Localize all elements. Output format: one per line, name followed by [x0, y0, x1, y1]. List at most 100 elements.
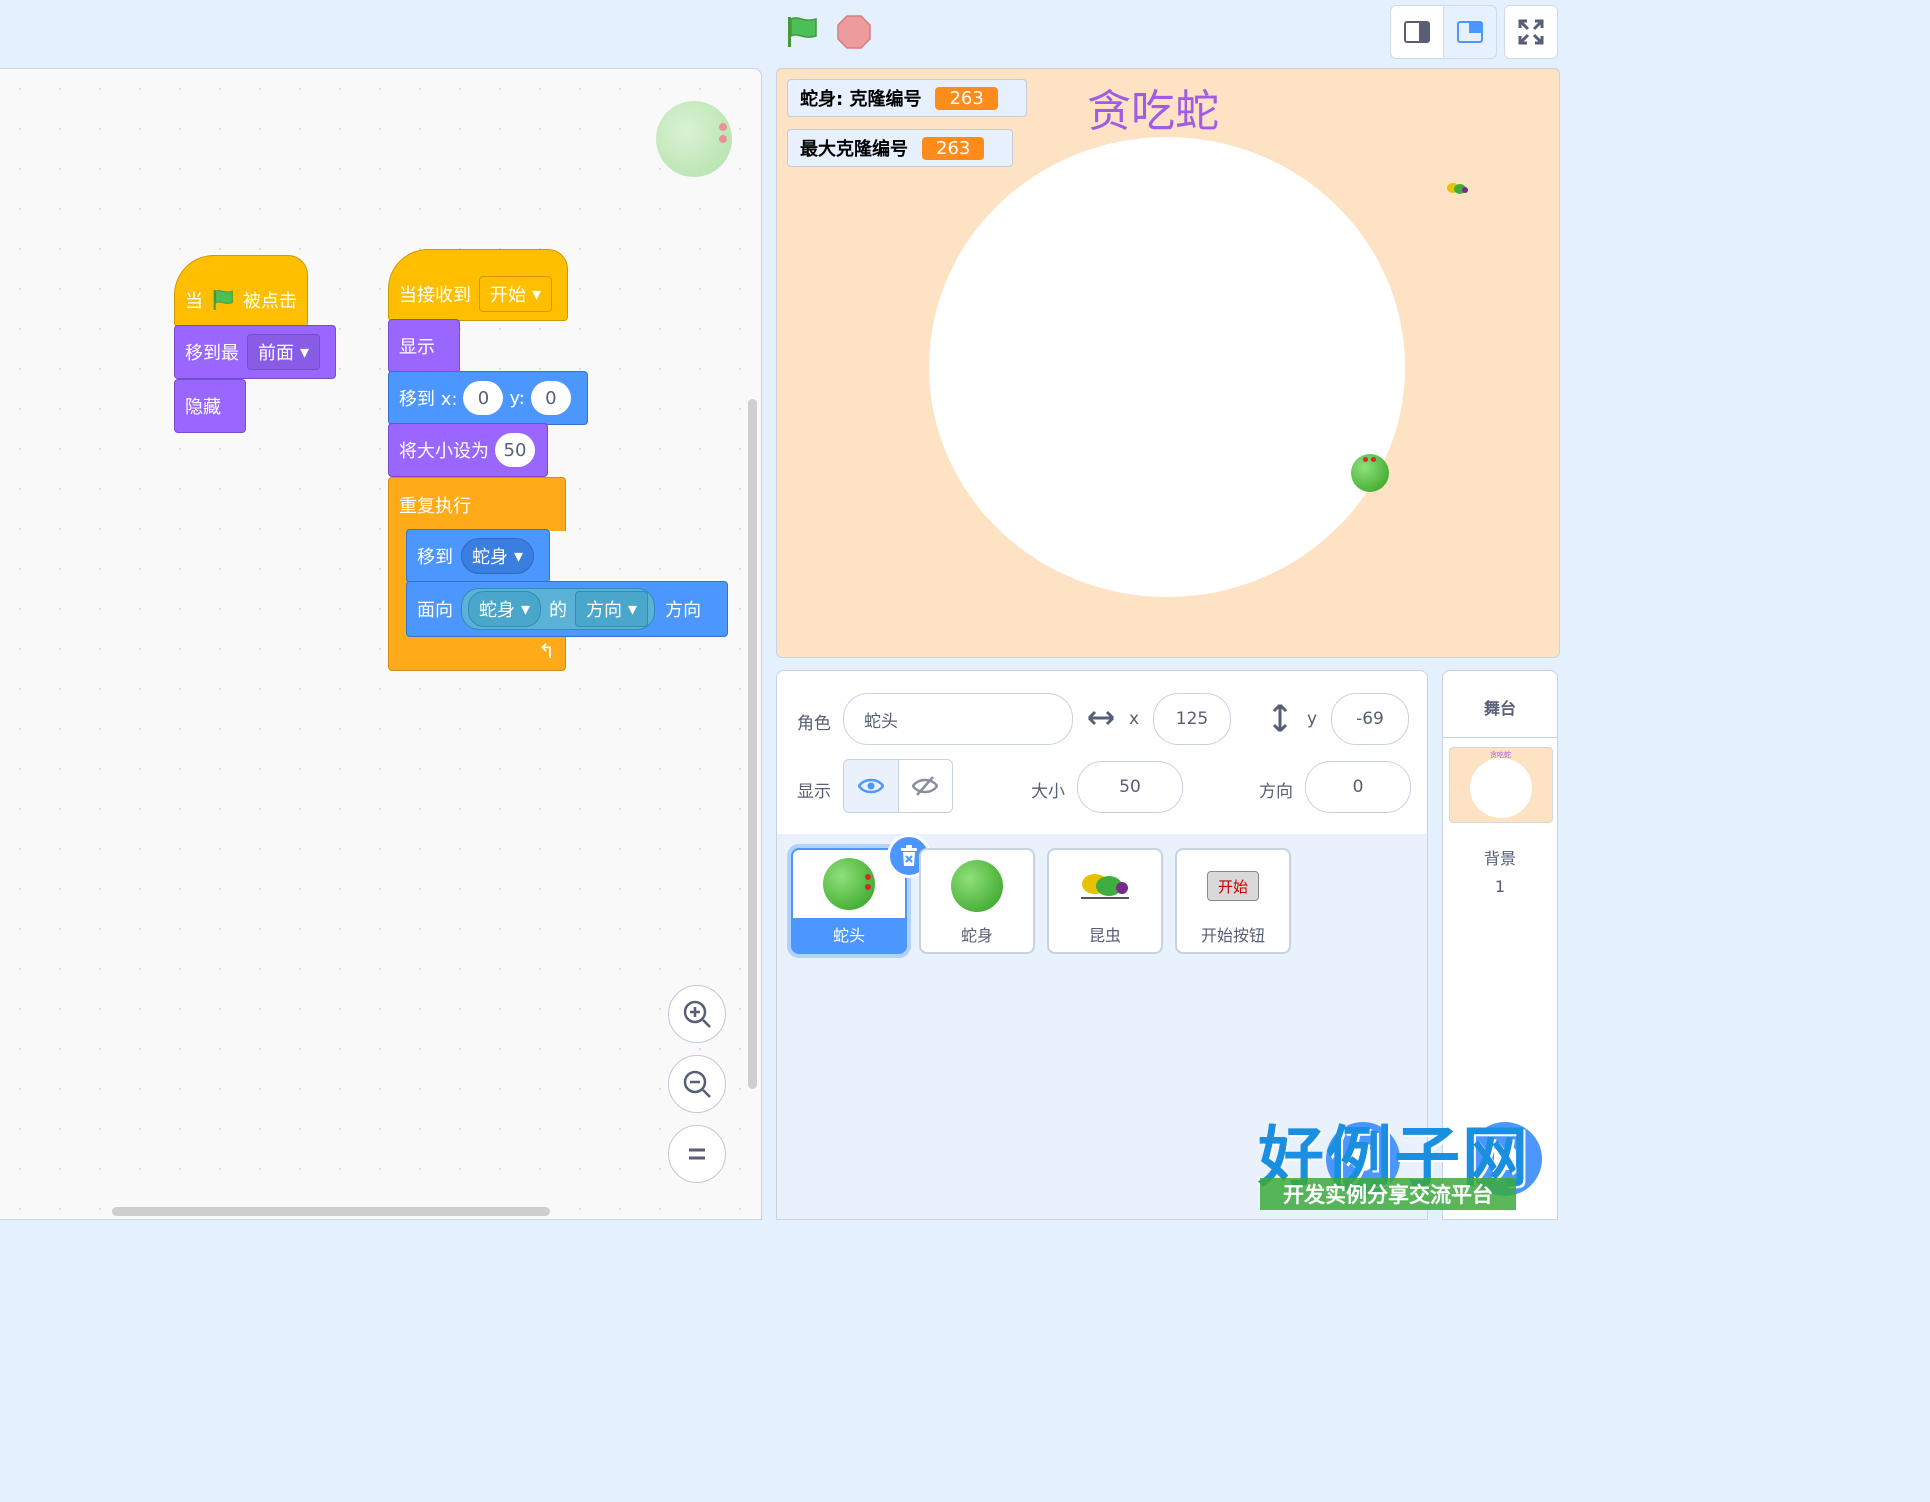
face-label: 面向	[417, 600, 453, 621]
dropdown-arrow-icon: ▾	[521, 598, 531, 620]
point-in-direction-block[interactable]: 面向 蛇身 ▾ 的 方向 ▾ 方向	[406, 581, 728, 637]
goto-x-label: 移到 x:	[399, 389, 458, 410]
vertical-scrollbar[interactable]	[748, 399, 757, 1089]
sprite-thumbnail	[921, 856, 1033, 916]
horizontal-scrollbar[interactable]	[112, 1207, 550, 1216]
backdrop-thumbnail[interactable]: 贪吃蛇	[1449, 747, 1553, 823]
face-suffix-label: 方向	[665, 600, 702, 621]
message-dropdown[interactable]: 开始 ▾	[479, 276, 553, 312]
sprite-tile-snake-head[interactable]: 蛇头	[791, 834, 931, 954]
y-label: y	[1307, 709, 1318, 729]
monitor-value: 263	[935, 86, 998, 110]
sprite-tile-name: 开始按钮	[1200, 926, 1265, 945]
hat-when-text: 当	[185, 291, 203, 312]
dropdown-arrow-icon: ▾	[514, 545, 524, 567]
stop-icon	[837, 15, 871, 49]
message-dropdown-value: 开始	[490, 285, 526, 306]
direction-input[interactable]: 0	[1305, 761, 1411, 813]
size-input[interactable]: 50	[1077, 761, 1183, 813]
set-size-block[interactable]: 将大小设为 50	[388, 423, 548, 477]
dropdown-arrow-icon: ▾	[532, 283, 542, 305]
forever-block[interactable]: 重复执行	[388, 477, 566, 531]
sprite-tile-name: 昆虫	[1088, 926, 1121, 945]
sprite-name-input[interactable]: 蛇头	[843, 693, 1073, 745]
stage-canvas[interactable]: 蛇身: 克隆编号 263 最大克隆编号 263 贪吃蛇	[776, 68, 1560, 658]
goto-target-value: 蛇身	[472, 547, 508, 568]
zoom-reset-button[interactable]	[668, 1125, 726, 1183]
backdrop-label: 背景	[1483, 849, 1516, 868]
of-sprite-dropdown[interactable]: 蛇身 ▾	[468, 591, 542, 627]
sprite-tile-name: 蛇头	[832, 926, 865, 945]
goto-target-dropdown[interactable]: 蛇身 ▾	[461, 538, 535, 574]
sensing-of-reporter[interactable]: 蛇身 ▾ 的 方向 ▾	[461, 588, 656, 630]
show-sprite-button[interactable]	[844, 760, 898, 812]
variable-monitor-max-clone[interactable]: 最大克隆编号 263	[787, 129, 1013, 167]
monitor-label: 最大克隆编号	[800, 139, 908, 160]
insect-sprite[interactable]	[1445, 181, 1469, 197]
normal-stage-button[interactable]	[1443, 5, 1497, 59]
stage-arena-circle	[929, 137, 1405, 597]
sprite-tile-name: 蛇身	[960, 926, 993, 945]
size-input[interactable]: 50	[495, 433, 535, 467]
fullscreen-button[interactable]	[1504, 5, 1558, 59]
monitor-value: 263	[922, 136, 985, 160]
snake-head-sprite[interactable]	[1351, 454, 1389, 492]
sprite-tile-snake-body[interactable]: 蛇身	[919, 848, 1035, 954]
of-attribute-value: 方向	[586, 600, 623, 621]
go-to-sprite-block[interactable]: 移到 蛇身 ▾	[406, 529, 550, 583]
sprite-tile-start-button[interactable]: 开始 开始按钮	[1175, 848, 1291, 954]
normal-stage-icon	[1457, 21, 1483, 43]
show-label: 显示	[797, 782, 831, 802]
go-to-layer-label: 移到最	[185, 343, 239, 364]
go-to-layer-block[interactable]: 移到最 前面 ▾	[174, 325, 336, 379]
visibility-toggle	[843, 759, 953, 813]
x-input[interactable]: 0	[463, 381, 504, 415]
watermark-logo-subtitle: 开发实例分享交流平台	[1260, 1178, 1516, 1210]
hide-block[interactable]: 隐藏	[174, 379, 246, 433]
direction-label: 方向	[1259, 782, 1293, 802]
x-arrows-icon	[1087, 710, 1115, 726]
variable-monitor-clone-id[interactable]: 蛇身: 克隆编号 263	[787, 79, 1027, 117]
forever-label: 重复执行	[399, 496, 471, 517]
eye-hidden-icon	[912, 776, 939, 796]
y-input[interactable]: 0	[530, 381, 571, 415]
sprite-name-label: 角色	[797, 714, 831, 734]
forever-block-foot: ↰	[388, 635, 566, 671]
when-flag-clicked-block[interactable]: 当 被点击	[174, 255, 308, 327]
zoom-out-button[interactable]	[668, 1055, 726, 1113]
x-label: x	[1129, 709, 1140, 729]
sprite-tile-insect[interactable]: 昆虫	[1047, 848, 1163, 954]
set-size-label: 将大小设为	[399, 441, 489, 462]
hide-label: 隐藏	[185, 397, 221, 418]
insect-icon	[1081, 874, 1129, 899]
backdrop-count: 1	[1494, 877, 1506, 896]
small-stage-icon	[1404, 21, 1430, 43]
go-to-xy-block[interactable]: 移到 x: 0 y: 0	[388, 371, 588, 425]
goto-label: 移到	[417, 547, 453, 568]
show-block[interactable]: 显示	[388, 319, 460, 373]
dropdown-arrow-icon: ▾	[628, 598, 638, 620]
small-stage-button[interactable]	[1390, 5, 1444, 59]
when-receive-block[interactable]: 当接收到 开始 ▾	[388, 249, 568, 321]
stop-button[interactable]	[836, 14, 872, 50]
green-flag-icon	[213, 290, 233, 310]
green-flag-button[interactable]	[784, 14, 820, 50]
layer-dropdown[interactable]: 前面 ▾	[247, 334, 321, 370]
sprite-thumbnail: 开始	[1177, 856, 1289, 916]
current-sprite-preview	[656, 101, 732, 177]
zoom-out-icon	[683, 1070, 711, 1098]
hide-sprite-button[interactable]	[897, 760, 953, 812]
y-arrows-icon	[1272, 703, 1288, 733]
y-input[interactable]: -69	[1331, 693, 1409, 745]
loop-arrow-icon: ↰	[538, 639, 555, 663]
zoom-in-button[interactable]	[668, 985, 726, 1043]
hat-clicked-text: 被点击	[243, 291, 297, 312]
fullscreen-icon	[1518, 19, 1544, 45]
backdrop-thumb-title: 贪吃蛇	[1490, 751, 1511, 759]
x-input[interactable]: 125	[1153, 693, 1231, 745]
of-label: 的	[549, 600, 568, 621]
of-attribute-dropdown[interactable]: 方向 ▾	[575, 591, 649, 627]
trash-icon	[901, 845, 917, 866]
code-workspace[interactable]: 当 被点击 移到最 前面 ▾ 隐藏 当接收到 开始 ▾ 显示 移到 x: 0 y…	[0, 68, 762, 1220]
dropdown-arrow-icon: ▾	[300, 341, 310, 363]
